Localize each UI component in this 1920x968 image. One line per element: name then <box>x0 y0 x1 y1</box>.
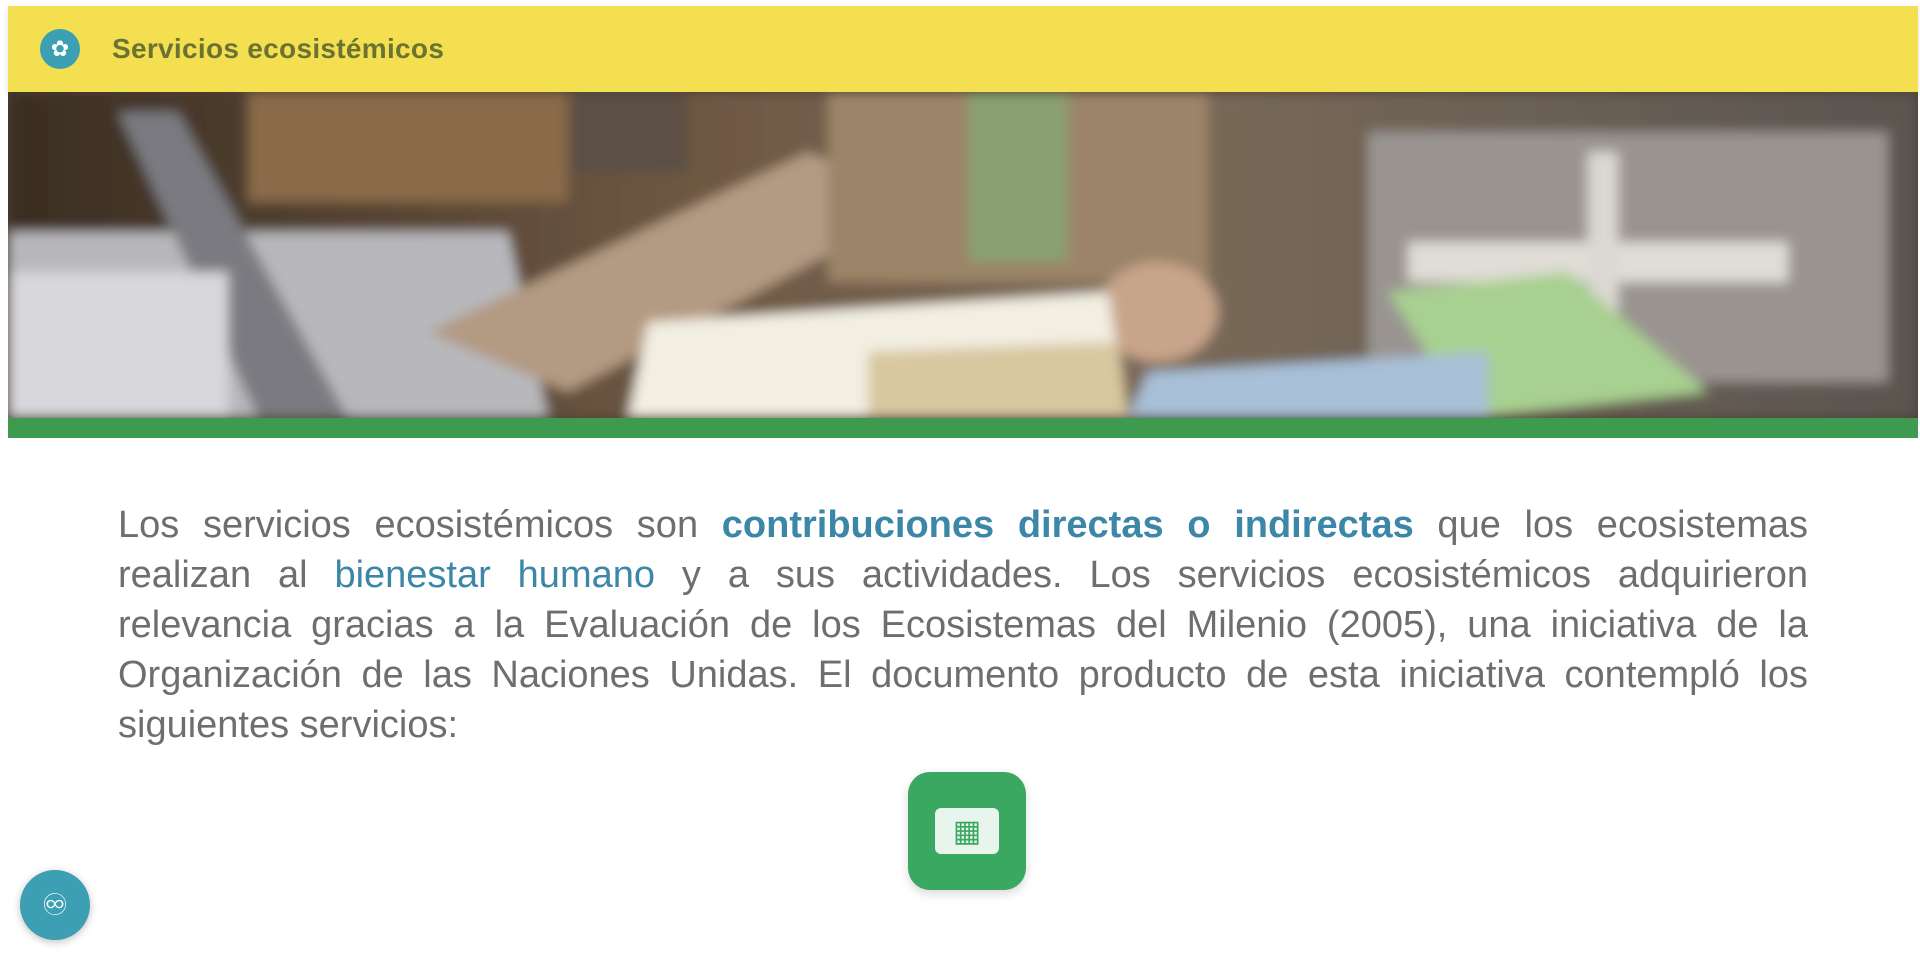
services-grid-button[interactable]: ▦ <box>908 772 1026 890</box>
hero-image <box>8 92 1918 418</box>
intro-paragraph: Los servicios ecosistémicos son contribu… <box>118 500 1808 750</box>
accessibility-button[interactable]: ♾ <box>20 870 90 940</box>
accessibility-icon: ♾ <box>41 888 69 922</box>
paragraph-text-1: Los servicios ecosistémicos son <box>118 504 722 546</box>
header-bar: ✿ Servicios ecosistémicos <box>8 6 1918 92</box>
hero-photo <box>8 92 1918 418</box>
link-contribuciones[interactable]: contribuciones directas o indirectas <box>722 504 1414 546</box>
grid-icon: ▦ <box>935 808 999 854</box>
page-title: Servicios ecosistémicos <box>112 33 445 64</box>
link-bienestar-humano[interactable]: bienestar humano <box>334 554 655 596</box>
hero-accent-bar <box>8 418 1918 438</box>
leaf-icon[interactable]: ✿ <box>40 29 80 69</box>
